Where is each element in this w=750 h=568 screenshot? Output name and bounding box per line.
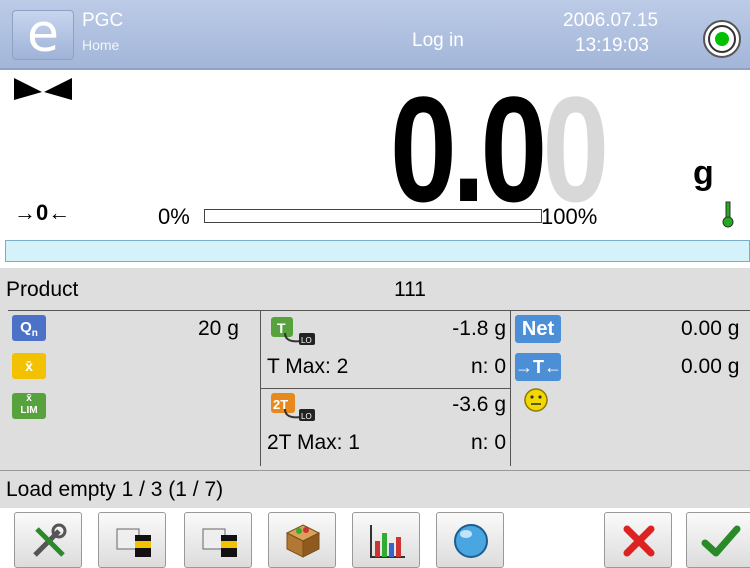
tare-total-icon[interactable]: →T← (515, 353, 562, 381)
app-title: PGC (82, 10, 124, 31)
tare-value: -1.8 g (452, 317, 506, 340)
product-label: Product (6, 278, 79, 301)
range-max-label: 100% (541, 204, 598, 229)
time-display: 13:19:03 (575, 35, 649, 56)
svg-text:LO: LO (301, 412, 312, 421)
tare-total-value: 0.00 g (681, 355, 740, 378)
statistics-grid: Qn x̄ x̄ LIM 20 g T LO -1.8 g T Max: 2 n:… (8, 310, 750, 466)
date-display: 2006.07.15 (563, 10, 659, 31)
range-bargraph (204, 209, 542, 223)
net-value: 0.00 g (681, 317, 740, 340)
stability-marker-icon (14, 78, 72, 100)
print-button-2[interactable] (184, 512, 252, 568)
confirm-button[interactable] (686, 512, 750, 568)
tare-icon[interactable]: T LO (271, 317, 317, 347)
tare-max-label: T Max: 2 (267, 355, 349, 378)
info-button[interactable] (436, 512, 504, 568)
settings-button[interactable] (14, 512, 82, 568)
qn-icon[interactable]: Qn (12, 315, 46, 341)
bottom-toolbar (0, 508, 750, 568)
print-button-1[interactable] (98, 512, 166, 568)
connection-status-icon[interactable] (703, 20, 741, 58)
statistics-icon (370, 525, 405, 558)
tare2-max-label: 2T Max: 1 (267, 431, 360, 454)
product-value[interactable]: 111 (394, 278, 426, 302)
header-bar: e PGC Home Log in 2006.07.15 13:19:03 (0, 0, 750, 70)
mean-limit-icon[interactable]: x̄ LIM (12, 393, 46, 419)
statistics-column: Qn x̄ x̄ LIM 20 g (8, 311, 261, 466)
svg-text:LO: LO (301, 336, 312, 345)
zero-indicator: →0← (14, 200, 71, 225)
product-database-icon (285, 524, 321, 558)
cancel-button[interactable] (604, 512, 672, 568)
load-status: Load empty 1 / 3 (1 / 7) (6, 478, 224, 501)
info-icon (454, 524, 488, 558)
thermometer-icon (722, 201, 734, 228)
login-button[interactable]: Log in (412, 30, 464, 52)
tare-column: T LO -1.8 g T Max: 2 n: 0 2T LO -3.6 g 2… (261, 311, 511, 466)
confirm-icon (701, 525, 741, 557)
weighing-display: 0.00 g →0← 0% 100% (0, 72, 750, 232)
settings-icon (33, 523, 67, 557)
smiley-icon (524, 388, 548, 412)
tare-count: n: 0 (470, 355, 506, 378)
statistics-button[interactable] (352, 512, 420, 568)
tare2-value: -3.6 g (452, 393, 506, 416)
app-subtitle: Home (82, 37, 120, 53)
net-column: Net →T← 0.00 g 0.00 g (511, 311, 750, 466)
product-database-button[interactable] (268, 512, 336, 568)
info-strip (5, 240, 750, 262)
tare2-icon[interactable]: 2T LO (271, 393, 317, 423)
weight-unit[interactable]: g (693, 154, 714, 193)
print-icon (116, 528, 151, 557)
print-icon (202, 528, 237, 557)
weight-reading: 0.00 (390, 65, 609, 233)
cancel-icon (623, 525, 655, 557)
e-logo-icon: e (27, 4, 59, 64)
divider (0, 470, 750, 471)
home-logo-button[interactable]: e (12, 4, 74, 64)
range-min-label: 0% (158, 204, 190, 229)
tare2-count: n: 0 (470, 431, 506, 454)
net-icon[interactable]: Net (515, 315, 561, 343)
qn-value: 20 g (198, 317, 239, 340)
mean-icon[interactable]: x̄ (12, 353, 46, 379)
